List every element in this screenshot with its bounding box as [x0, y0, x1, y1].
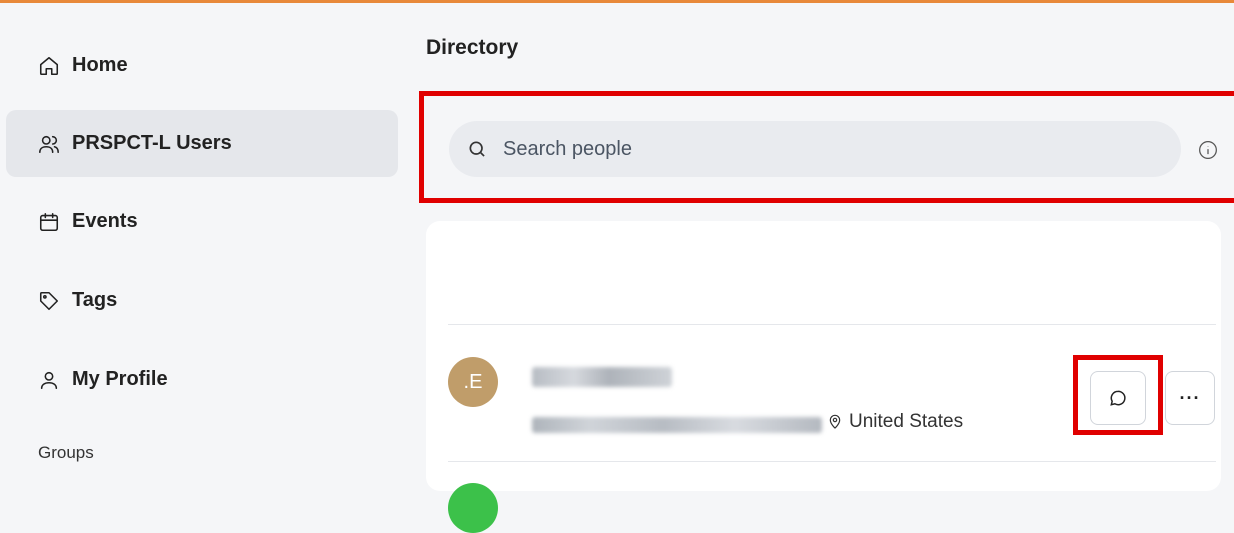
more-options-button[interactable]: ···	[1165, 371, 1215, 425]
sidebar-item-my-profile[interactable]: My Profile	[6, 346, 398, 413]
search-input[interactable]	[503, 137, 1123, 161]
avatar[interactable]	[448, 483, 498, 533]
avatar[interactable]: .E	[448, 357, 498, 407]
groups-section-label: Groups	[38, 443, 94, 462]
person-location: United States	[827, 411, 963, 433]
sidebar-item-label: PRSPCT-L Users	[72, 132, 232, 154]
sidebar-item-label: Tags	[72, 289, 118, 311]
person-name-blurred[interactable]	[532, 367, 672, 387]
user-icon	[38, 369, 60, 391]
home-icon	[38, 55, 60, 77]
message-button[interactable]	[1090, 371, 1146, 425]
location-pin-icon	[829, 414, 841, 429]
sidebar-item-label: Home	[72, 54, 128, 76]
sidebar-item-users[interactable]: PRSPCT-L Users	[6, 110, 398, 177]
page-title: Directory	[426, 36, 519, 59]
sidebar: Home PRSPCT-L Users Events Tags My Profi…	[0, 3, 405, 485]
info-icon[interactable]	[1198, 140, 1218, 160]
sidebar-item-tags[interactable]: Tags	[6, 267, 398, 334]
sidebar-item-label: Events	[72, 210, 138, 232]
search-bar[interactable]	[449, 121, 1181, 177]
more-icon: ···	[1179, 387, 1201, 408]
list-divider	[448, 324, 1216, 325]
chat-bubble-icon	[1110, 390, 1126, 406]
sidebar-item-home[interactable]: Home	[6, 32, 398, 99]
people-list-card: .E United States ···	[426, 221, 1221, 533]
main-content: Directory .E United States ···	[405, 3, 1234, 533]
users-icon	[38, 133, 60, 155]
search-icon	[469, 141, 485, 157]
person-email-blurred	[532, 417, 822, 433]
calendar-icon	[38, 211, 60, 233]
list-divider	[448, 461, 1216, 462]
sidebar-item-events[interactable]: Events	[6, 188, 398, 255]
sidebar-item-label: My Profile	[72, 368, 168, 390]
tag-icon	[38, 290, 60, 312]
location-text: United States	[849, 411, 964, 432]
